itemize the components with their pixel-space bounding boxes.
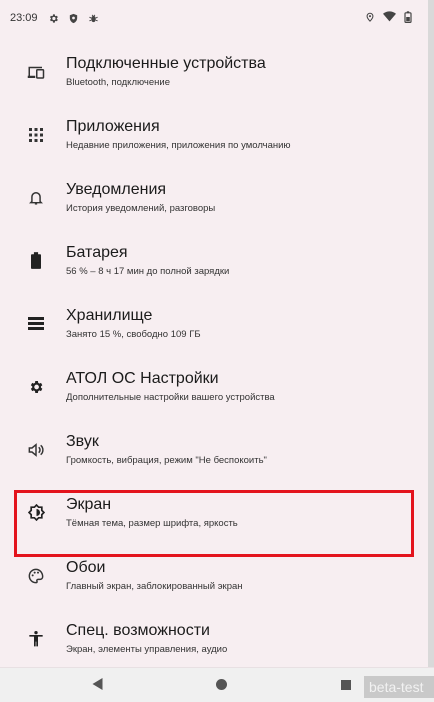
settings-item-apps[interactable]: Приложения Недавние приложения, приложен… [0,103,434,166]
settings-item-connected-devices[interactable]: Подключенные устройства Bluetooth, подкл… [0,40,434,103]
item-subtitle: История уведомлений, разговоры [66,202,216,214]
item-title: Спец. возможности [66,621,210,639]
item-title: Обои [66,558,106,576]
gear-icon [27,378,45,396]
settings-item-atol-settings[interactable]: АТОЛ ОС Настройки Дополнительные настрой… [0,355,434,418]
shield-icon [68,12,80,24]
settings-item-display[interactable]: Экран Тёмная тема, размер шрифта, яркост… [0,481,434,544]
settings-item-wallpaper[interactable]: Обои Главный экран, заблокированный экра… [0,544,434,607]
item-title: Подключенные устройства [66,54,266,72]
item-title: Хранилище [66,306,153,324]
settings-screen: 23:09 Подключенные устройства Bluetooth,… [0,0,434,702]
item-subtitle: Недавние приложения, приложения по умолч… [66,139,291,151]
settings-item-sound[interactable]: Звук Громкость, вибрация, режим "Не бесп… [0,418,434,481]
item-subtitle: Дополнительные настройки вашего устройст… [66,391,275,403]
item-subtitle: Громкость, вибрация, режим "Не беспокоит… [66,454,267,466]
item-title: Батарея [66,243,128,261]
display-brightness-icon [27,504,45,522]
storage-icon [27,315,45,333]
back-button[interactable] [92,677,103,695]
settings-gear-icon [48,12,60,24]
recent-apps-button[interactable] [341,677,351,695]
wifi-icon [383,11,396,25]
status-time: 23:09 [10,12,38,24]
item-subtitle: 56 % – 8 ч 17 мин до полной зарядки [66,265,230,277]
item-title: Приложения [66,117,160,135]
item-subtitle: Главный экран, заблокированный экран [66,580,243,592]
bug-icon [88,12,100,24]
battery-icon [27,252,45,270]
item-title: Экран [66,495,112,513]
settings-item-accessibility[interactable]: Спец. возможности Экран, элементы управл… [0,607,434,670]
item-title: Звук [66,432,99,450]
accessibility-icon [27,630,45,648]
item-subtitle: Занято 15 %, свободно 109 ГБ [66,328,201,340]
location-icon [365,11,375,26]
watermark-label: beta-test [364,676,434,698]
palette-icon [27,567,45,585]
bell-icon [27,189,45,207]
connected-devices-icon [27,63,45,81]
settings-item-storage[interactable]: Хранилище Занято 15 %, свободно 109 ГБ [0,292,434,355]
item-subtitle: Экран, элементы управления, аудио [66,643,228,655]
home-button[interactable] [216,677,227,695]
item-title: АТОЛ ОС Настройки [66,369,219,387]
settings-item-notifications[interactable]: Уведомления История уведомлений, разгово… [0,166,434,229]
apps-grid-icon [27,126,45,144]
volume-icon [27,441,45,459]
settings-list: Подключенные устройства Bluetooth, подкл… [0,40,434,670]
item-title: Уведомления [66,180,167,198]
status-bar: 23:09 [0,0,434,36]
item-subtitle: Bluetooth, подключение [66,76,170,88]
battery-icon [404,10,412,26]
item-subtitle: Тёмная тема, размер шрифта, яркость [66,517,238,529]
settings-item-battery[interactable]: Батарея 56 % – 8 ч 17 мин до полной заря… [0,229,434,292]
